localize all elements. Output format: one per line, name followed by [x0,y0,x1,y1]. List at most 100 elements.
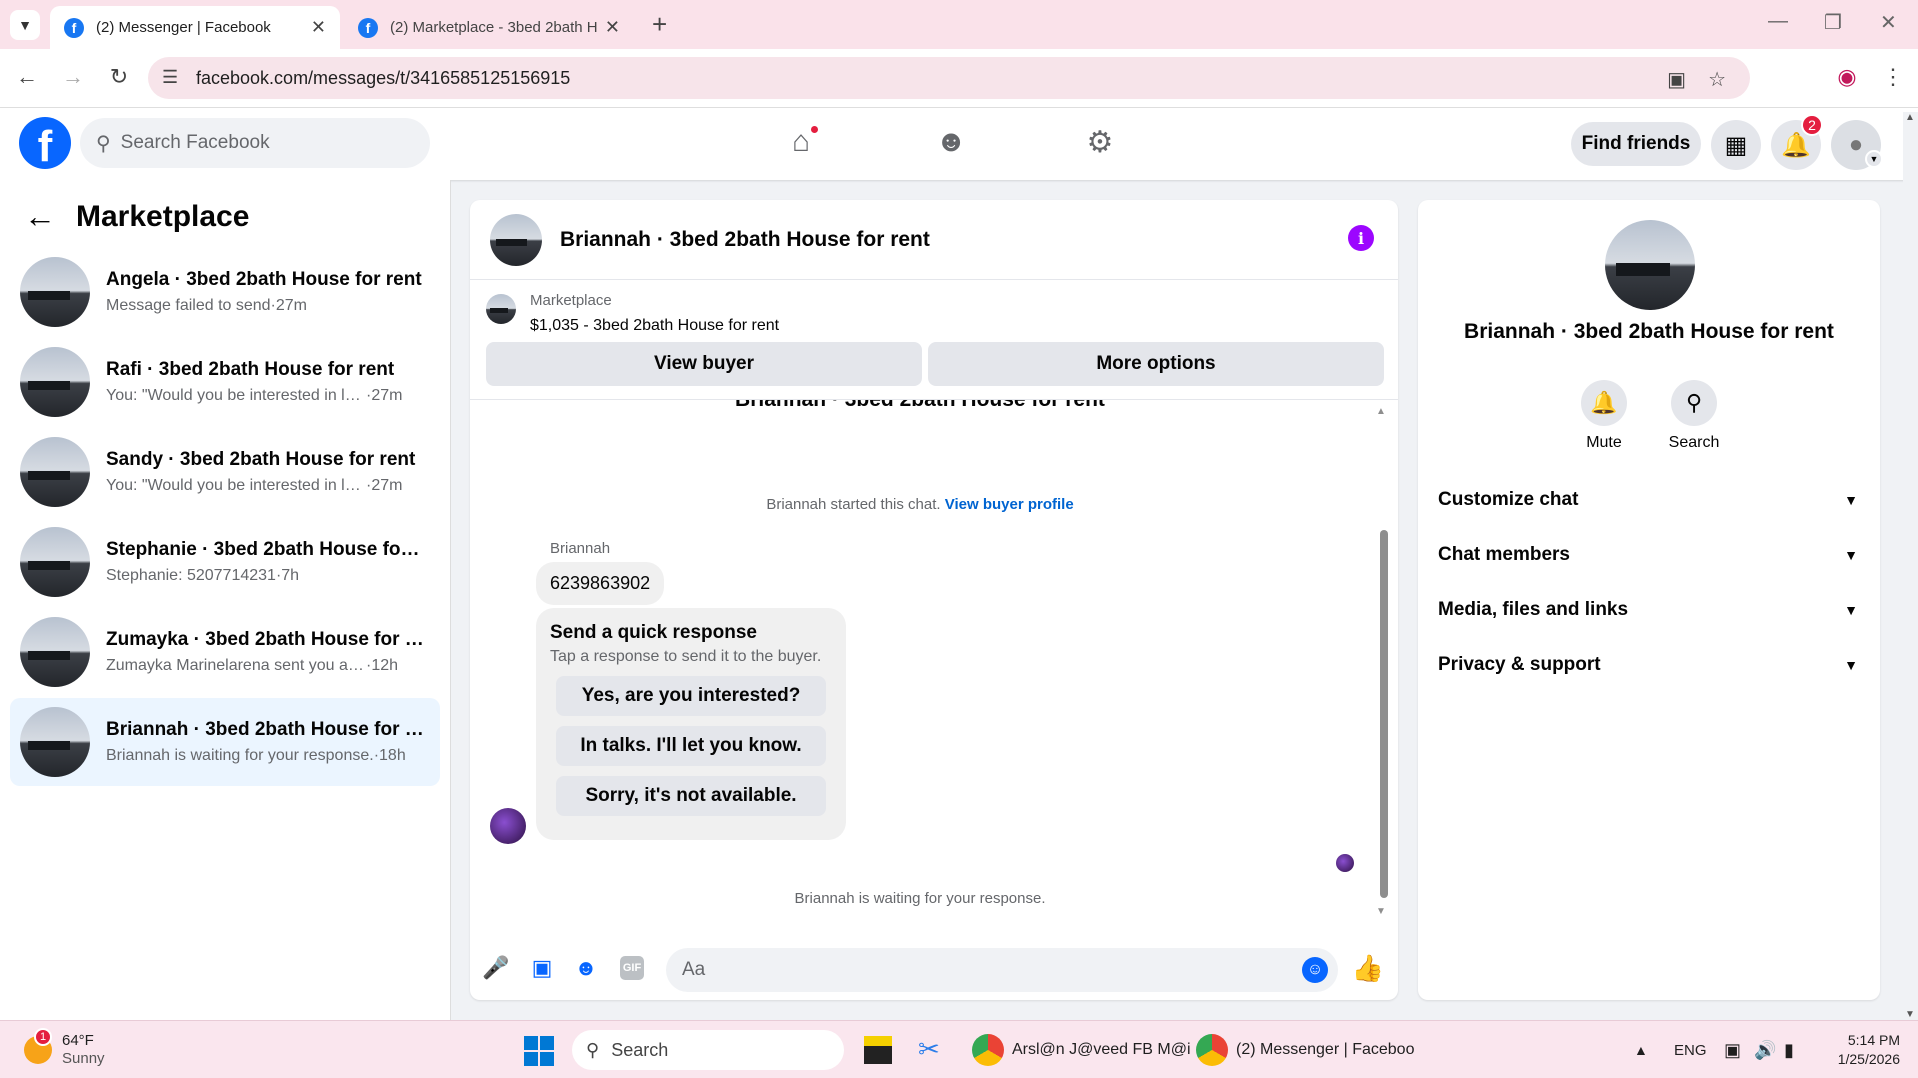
home-icon[interactable]: ⌂ [781,122,821,162]
chat-avatar[interactable] [490,214,542,266]
bookmark-star-icon[interactable]: ☆ [1708,67,1726,92]
emoji-icon[interactable]: ☺ [1302,957,1328,983]
app-label: (2) Messenger | Faceboo [1236,1041,1415,1058]
chrome-profile-1-icon[interactable] [972,1034,1004,1066]
close-window-icon[interactable]: ✕ [1880,10,1897,35]
quick-response-subtitle: Tap a response to send it to the buyer. [550,648,822,665]
taskbar-app-messenger[interactable]: (2) Messenger | Faceboo [1236,1021,1414,1078]
snipping-tool-icon[interactable]: ✂ [918,1034,940,1065]
facebook-search-input[interactable]: ⚲ Search Facebook [80,118,430,168]
weather-widget[interactable]: 1 64°F Sunny [24,1021,105,1078]
profile-icon[interactable]: ◉ [1832,64,1862,90]
groups-icon[interactable]: ⚙ [1080,122,1120,162]
photo-icon[interactable]: ▣ [530,955,554,980]
info-icon[interactable]: i [1348,225,1374,251]
find-friends-button[interactable]: Find friends [1571,122,1701,166]
clock-date: 1/25/2026 [1837,1051,1900,1067]
home-notification-dot [809,124,820,135]
customize-chat-row[interactable]: Customize chat ▼ [1438,480,1858,520]
page-scroll-down-icon[interactable]: ▼ [1905,1009,1915,1020]
conversation-item-zumayka[interactable]: Zumayka · 3bed 2bath House for r... Zuma… [10,608,440,696]
install-app-icon[interactable]: ▣ [1667,67,1686,92]
notifications-bell-icon[interactable]: 🔔 2 [1771,114,1823,170]
conversation-name: Stephanie · 3bed 2bath House for ... [106,539,426,560]
reload-icon[interactable]: ↻ [104,64,134,90]
conversation-snippet: You: "Would you be interested in le... [106,477,366,494]
sticker-icon[interactable]: ☻ [574,955,598,980]
details-avatar[interactable] [1605,220,1695,310]
language-indicator[interactable]: ENG [1674,1021,1707,1078]
message-input[interactable]: Aa ☺ [666,948,1338,992]
clock[interactable]: 5:14 PM 1/25/2026 [1820,1021,1900,1078]
conversation-name: Rafi · 3bed 2bath House for rent [106,359,395,380]
chat-title[interactable]: Briannah · 3bed 2bath House for rent [560,228,930,252]
url-bar[interactable]: ☰ facebook.com/messages/t/34165851251569… [148,57,1750,99]
page-scroll-up-icon[interactable]: ▲ [1905,112,1915,123]
quick-response-in-talks-button[interactable]: In talks. I'll let you know. [556,726,826,766]
site-info-icon[interactable]: ☰ [162,67,178,88]
section-label: Privacy & support [1438,654,1601,675]
tab-messenger[interactable]: f (2) Messenger | Facebook ✕ [50,6,340,49]
browser-menu-icon[interactable]: ⋮ [1878,64,1908,90]
sender-name: Briannah [550,540,611,557]
page-scrollbar[interactable]: ▲ ▼ [1903,112,1918,1020]
taskbar-app-arslan[interactable]: Arsl@n J@veed FB M@i [1012,1021,1191,1078]
network-icon[interactable]: ▣ [1724,1021,1741,1078]
minimize-icon[interactable]: — [1768,10,1788,33]
restore-icon[interactable]: ❐ [1824,10,1842,35]
new-tab-button[interactable]: + [652,9,667,40]
conversation-item-briannah[interactable]: Briannah · 3bed 2bath House for r... Bri… [10,698,440,786]
message-composer: 🎤 ▣ ☻ GIF Aa ☺ 👍 [470,936,1398,1000]
show-hidden-icons-icon[interactable]: ▲ [1634,1021,1648,1078]
chat-started-note: Briannah started this chat. View buyer p… [470,496,1370,513]
conversation-item-sandy[interactable]: Sandy · 3bed 2bath House for rent You: "… [10,428,440,516]
tab-marketplace[interactable]: f (2) Marketplace - 3bed 2bath H ✕ [344,6,634,49]
facebook-header: f ⚲ Search Facebook ⌂ ☻ ⚙ Find friends ▦… [0,108,1918,180]
address-toolbar: ← → ↻ ☰ facebook.com/messages/t/34165851… [0,49,1918,108]
scroll-up-arrow-icon[interactable]: ▲ [1376,406,1386,417]
back-icon[interactable]: ← [12,64,42,90]
privacy-support-row[interactable]: Privacy & support ▼ [1438,645,1858,685]
tab-list-dropdown[interactable]: ▼ [10,10,40,40]
friends-icon[interactable]: ☻ [931,122,971,162]
conversation-item-stephanie[interactable]: Stephanie · 3bed 2bath House for ... Ste… [10,518,440,606]
back-arrow-icon[interactable]: ← [24,198,56,235]
conversation-time: ·12h [366,657,399,674]
chrome-profile-2-icon[interactable] [1196,1034,1228,1066]
microphone-icon[interactable]: 🎤 [482,955,509,980]
chevron-down-icon: ▼ [1844,602,1858,618]
forward-icon[interactable]: → [58,64,88,90]
quick-response-yes-button[interactable]: Yes, are you interested? [556,676,826,716]
quick-response-title: Send a quick response [550,622,757,643]
chat-details-panel: Briannah · 3bed 2bath House for rent 🔔 M… [1418,200,1880,1000]
more-options-button[interactable]: More options [928,342,1384,386]
facebook-favicon-icon: f [358,17,378,38]
windows-start-icon[interactable] [524,1036,554,1066]
sticky-notes-icon[interactable] [864,1036,892,1064]
media-files-links-row[interactable]: Media, files and links ▼ [1438,590,1858,630]
conversation-time: ·27m [366,477,403,494]
close-tab-icon[interactable]: ✕ [605,17,620,38]
conversation-item-rafi[interactable]: Rafi · 3bed 2bath House for rent You: "W… [10,338,440,426]
view-buyer-profile-link[interactable]: View buyer profile [945,496,1074,513]
mute-button[interactable]: 🔔 Mute [1559,380,1649,452]
conversation-item-angela[interactable]: Angela · 3bed 2bath House for rent Messa… [10,248,440,336]
account-avatar[interactable]: ● ▼ [1831,120,1883,170]
search-in-chat-button[interactable]: ⚲ Search [1649,380,1739,452]
scroll-down-arrow-icon[interactable]: ▼ [1376,906,1386,917]
facebook-logo-icon[interactable]: f [19,117,71,169]
conversation-time: ·27m [270,297,307,314]
chat-members-row[interactable]: Chat members ▼ [1438,535,1858,575]
thread-scrollbar-thumb[interactable] [1380,530,1388,898]
menu-grid-icon[interactable]: ▦ [1711,120,1761,170]
close-tab-icon[interactable]: ✕ [311,17,326,38]
battery-icon[interactable]: ▮ [1784,1021,1794,1078]
thumbs-up-icon[interactable]: 👍 [1352,953,1384,983]
volume-icon[interactable]: 🔊 [1754,1021,1776,1078]
taskbar-search-input[interactable]: ⚲ Search [572,1030,844,1070]
gif-icon[interactable]: GIF [620,956,644,980]
quick-response-not-available-button[interactable]: Sorry, it's not available. [556,776,826,816]
view-buyer-button[interactable]: View buyer [486,342,922,386]
conversation-time: ·7h [275,567,300,584]
browser-tab-bar: ▼ f (2) Messenger | Facebook ✕ f (2) Mar… [0,0,1918,49]
